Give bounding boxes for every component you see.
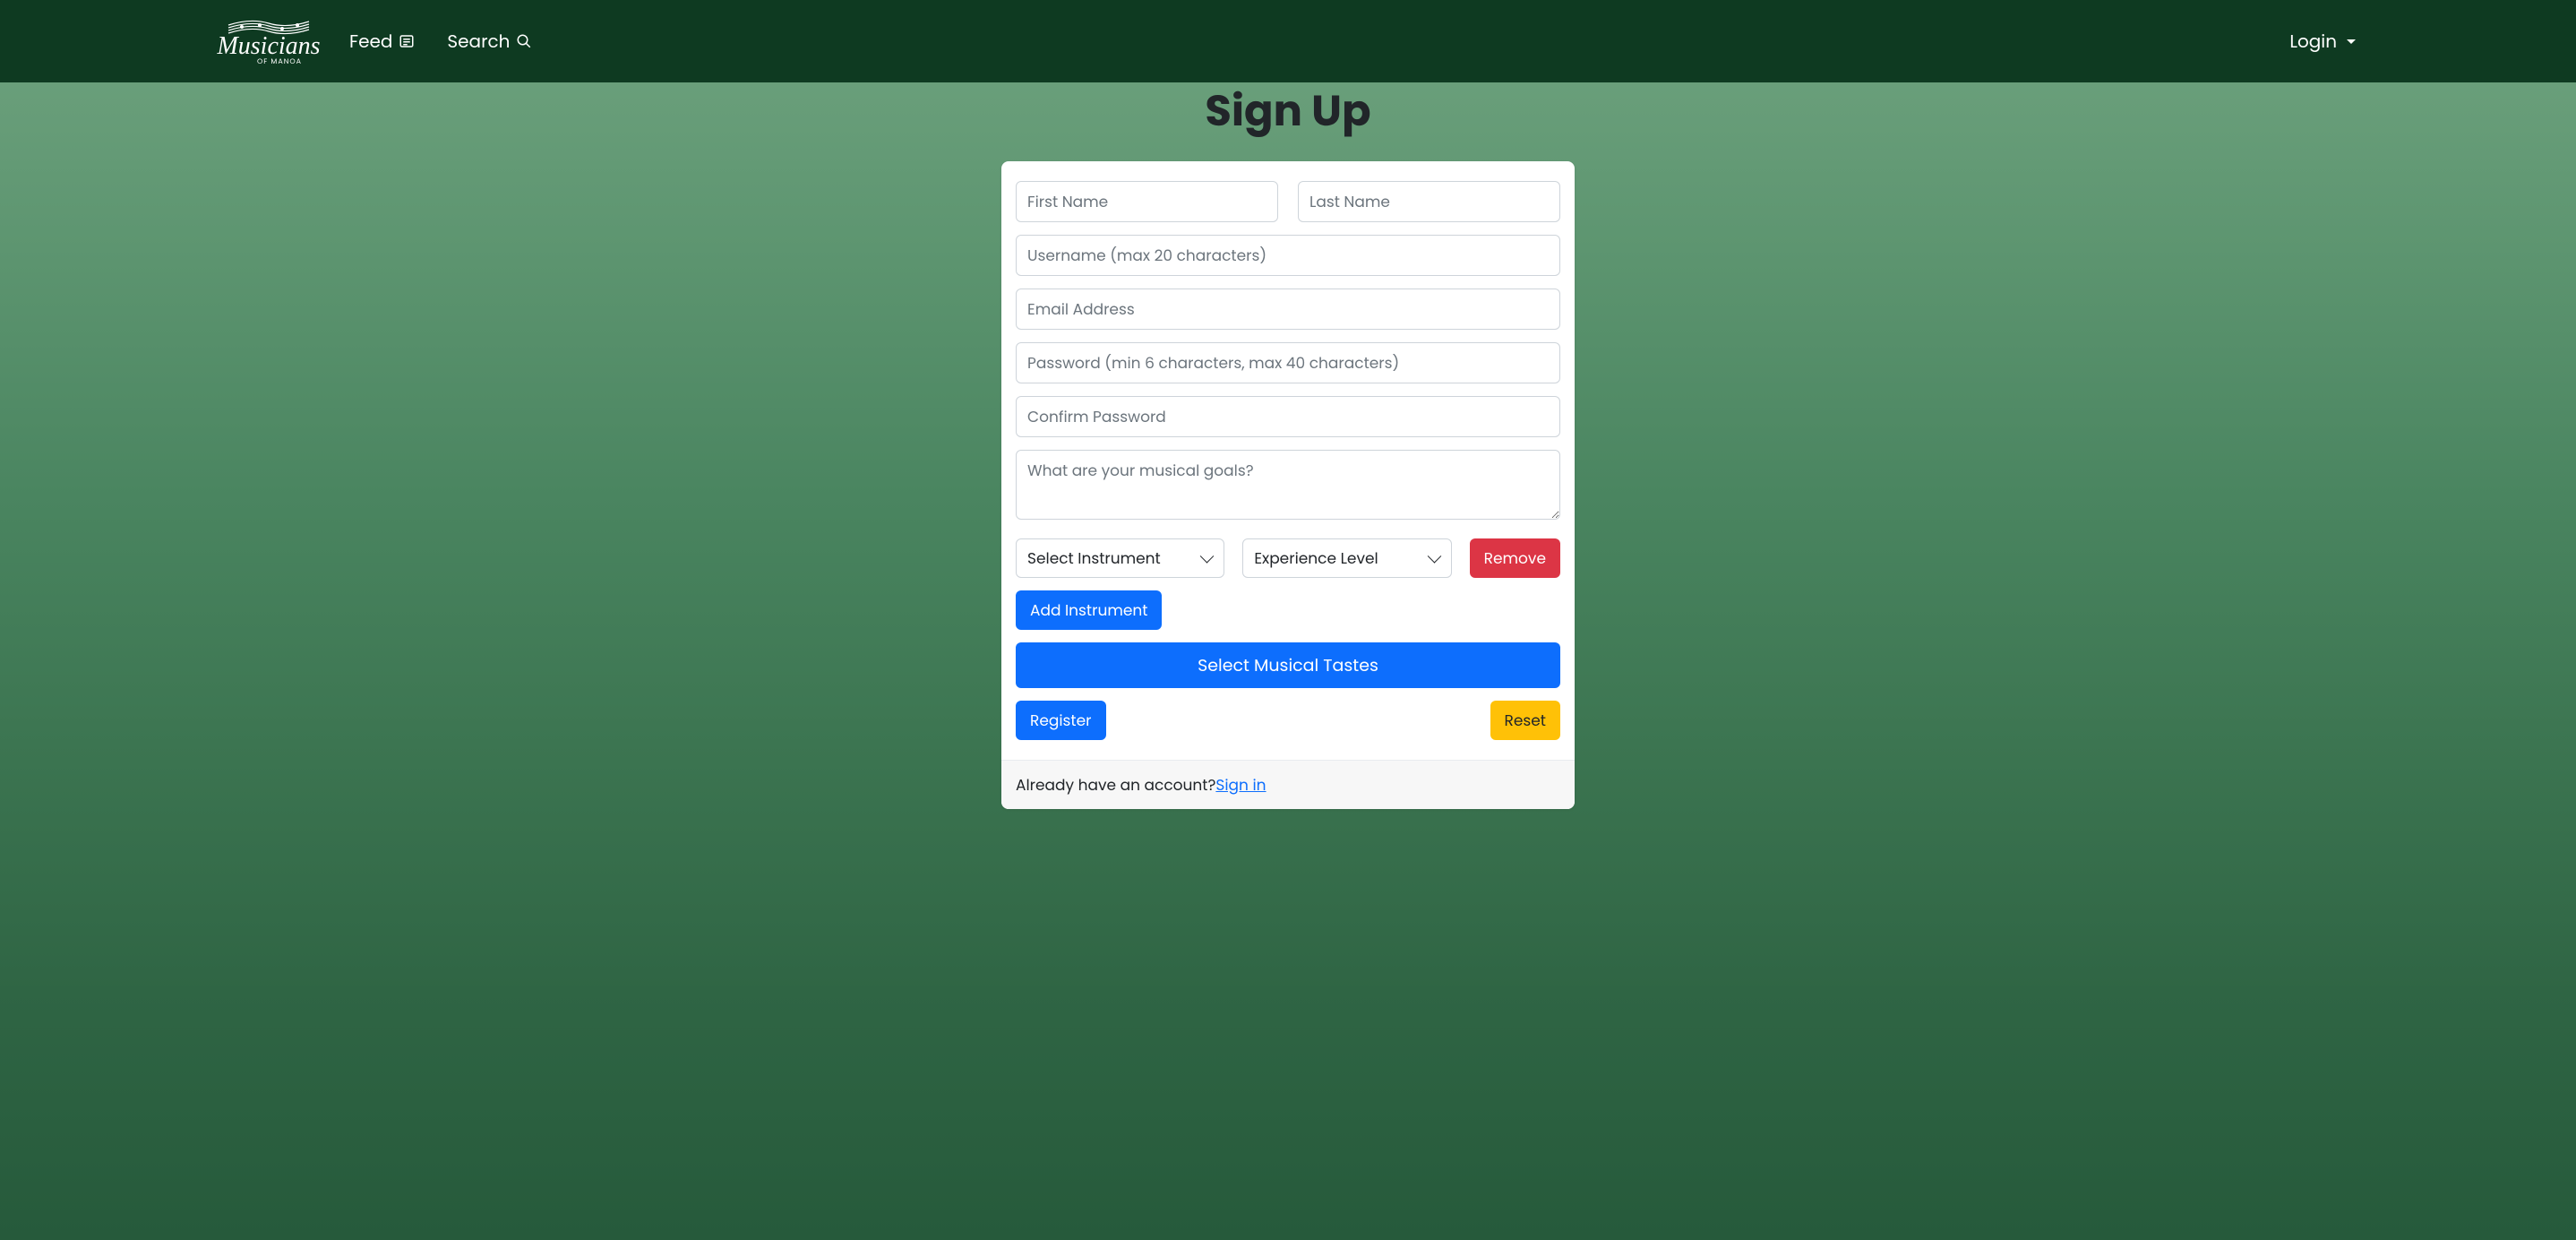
- brand-logo[interactable]: Musicians OF MANOA: [215, 16, 322, 66]
- select-tastes-button[interactable]: Select Musical Tastes: [1016, 642, 1560, 688]
- experience-select[interactable]: Experience Level: [1242, 538, 1451, 578]
- nav-search[interactable]: Search: [442, 21, 537, 62]
- email-field[interactable]: [1016, 288, 1560, 330]
- navbar: Musicians OF MANOA Feed Search Login: [0, 0, 2576, 82]
- signup-card: Select Instrument Experience Level Remov…: [1001, 161, 1575, 809]
- search-icon: [516, 33, 532, 49]
- username-field[interactable]: [1016, 235, 1560, 276]
- add-instrument-button[interactable]: Add Instrument: [1016, 590, 1162, 630]
- card-footer: Already have an account?Sign in: [1001, 760, 1575, 809]
- sign-in-link[interactable]: Sign in: [1215, 774, 1266, 796]
- nav-feed[interactable]: Feed: [344, 21, 420, 62]
- first-name-field[interactable]: [1016, 181, 1278, 222]
- page-title: Sign Up: [0, 79, 2576, 143]
- password-field[interactable]: [1016, 342, 1560, 383]
- chevron-down-icon: [2347, 39, 2356, 44]
- reset-button[interactable]: Reset: [1490, 701, 1560, 740]
- nav-login-label: Login: [2289, 28, 2337, 55]
- last-name-field[interactable]: [1298, 181, 1560, 222]
- svg-text:OF MANOA: OF MANOA: [257, 56, 302, 66]
- goals-textarea[interactable]: [1016, 450, 1560, 520]
- remove-instrument-button[interactable]: Remove: [1470, 538, 1560, 578]
- instrument-select[interactable]: Select Instrument: [1016, 538, 1224, 578]
- nav-login-dropdown[interactable]: Login: [2284, 21, 2361, 62]
- feed-icon: [399, 33, 415, 49]
- nav-search-label: Search: [447, 28, 510, 55]
- footer-prompt: Already have an account?: [1016, 774, 1215, 796]
- register-button[interactable]: Register: [1016, 701, 1106, 740]
- brand-logo-icon: Musicians OF MANOA: [215, 16, 322, 66]
- confirm-password-field[interactable]: [1016, 396, 1560, 437]
- nav-feed-label: Feed: [349, 28, 392, 55]
